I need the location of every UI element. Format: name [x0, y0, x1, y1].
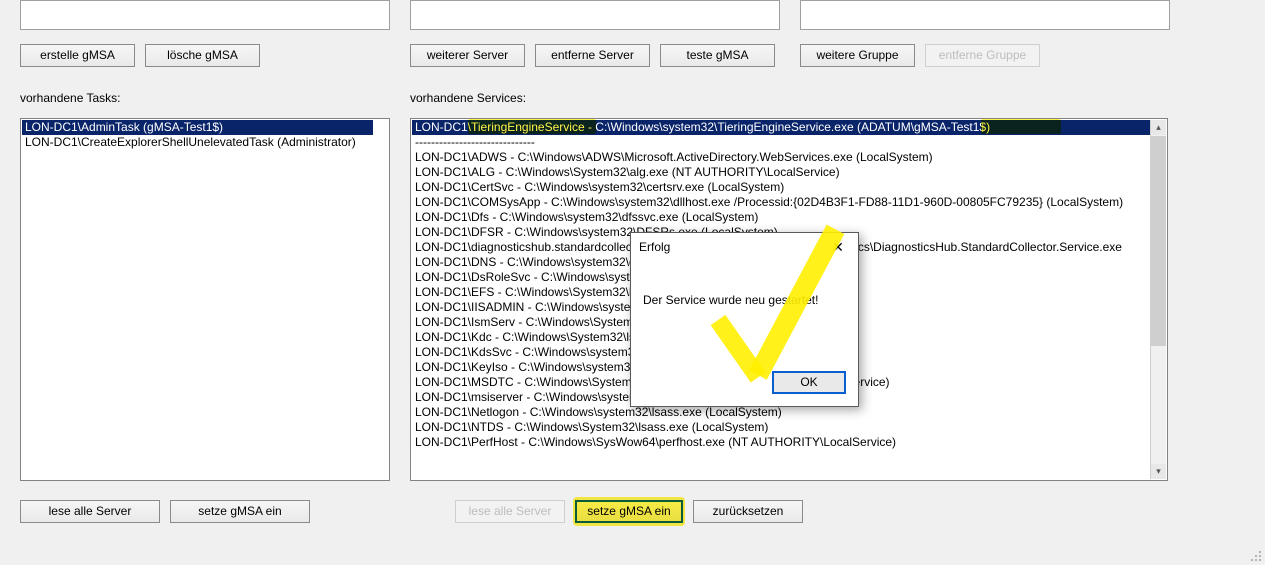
- tasks-read-all-servers-button[interactable]: lese alle Server: [20, 500, 160, 523]
- resize-grip-icon[interactable]: [1249, 549, 1263, 563]
- services-row[interactable]: LON-DC1\Netlogon - C:\Windows\system32\l…: [412, 405, 1151, 420]
- dialog-ok-button[interactable]: OK: [772, 371, 846, 394]
- services-row[interactable]: LON-DC1\ADWS - C:\Windows\ADWS\Microsoft…: [412, 150, 1151, 165]
- scroll-down-icon[interactable]: ▾: [1151, 464, 1166, 479]
- top-box-group: [800, 0, 1170, 30]
- services-row[interactable]: ------------------------------: [412, 135, 1151, 150]
- success-dialog: Erfolg ✕ Der Service wurde neu gestartet…: [630, 232, 859, 407]
- delete-gmsa-button[interactable]: lösche gMSA: [145, 44, 260, 67]
- tasks-set-gmsa-button[interactable]: setze gMSA ein: [170, 500, 310, 523]
- services-reset-button[interactable]: zurücksetzen: [693, 500, 803, 523]
- services-label: vorhandene Services:: [410, 91, 526, 105]
- another-server-button[interactable]: weiterer Server: [410, 44, 525, 67]
- another-group-button[interactable]: weitere Gruppe: [800, 44, 915, 67]
- services-row[interactable]: LON-DC1\ALG - C:\Windows\System32\alg.ex…: [412, 165, 1151, 180]
- remove-server-button[interactable]: entferne Server: [535, 44, 650, 67]
- dialog-message: Der Service wurde neu gestartet!: [631, 263, 858, 307]
- services-read-all-servers-button: lese alle Server: [455, 500, 565, 523]
- scroll-thumb[interactable]: [1151, 136, 1166, 346]
- close-icon: ✕: [832, 239, 844, 256]
- scroll-up-icon[interactable]: ▴: [1151, 120, 1166, 135]
- tasks-listbox[interactable]: LON-DC1\AdminTask (gMSA-Test1$)LON-DC1\C…: [20, 118, 390, 481]
- dialog-close-button[interactable]: ✕: [818, 233, 858, 261]
- services-row[interactable]: LON-DC1\NTDS - C:\Windows\System32\lsass…: [412, 420, 1151, 435]
- services-row[interactable]: LON-DC1\COMSysApp - C:\Windows\system32\…: [412, 195, 1151, 210]
- services-set-gmsa-button[interactable]: setze gMSA ein: [575, 500, 683, 523]
- services-scrollbar[interactable]: ▴ ▾: [1150, 120, 1166, 479]
- tasks-row[interactable]: LON-DC1\AdminTask (gMSA-Test1$): [22, 120, 373, 135]
- services-row[interactable]: LON-DC1\Dfs - C:\Windows\system32\dfssvc…: [412, 210, 1151, 225]
- top-box-gmsa: [20, 0, 390, 30]
- dialog-title: Erfolg: [639, 240, 670, 254]
- services-row[interactable]: LON-DC1\TieringEngineService - C:\Window…: [412, 120, 1151, 135]
- services-row[interactable]: LON-DC1\PerfHost - C:\Windows\SysWow64\p…: [412, 435, 1151, 450]
- remove-group-button: entferne Gruppe: [925, 44, 1040, 67]
- services-row[interactable]: LON-DC1\CertSvc - C:\Windows\system32\ce…: [412, 180, 1151, 195]
- test-gmsa-button[interactable]: teste gMSA: [660, 44, 775, 67]
- create-gmsa-button[interactable]: erstelle gMSA: [20, 44, 135, 67]
- top-box-server: [410, 0, 780, 30]
- tasks-label: vorhandene Tasks:: [20, 91, 121, 105]
- tasks-row[interactable]: LON-DC1\CreateExplorerShellUnelevatedTas…: [22, 135, 373, 150]
